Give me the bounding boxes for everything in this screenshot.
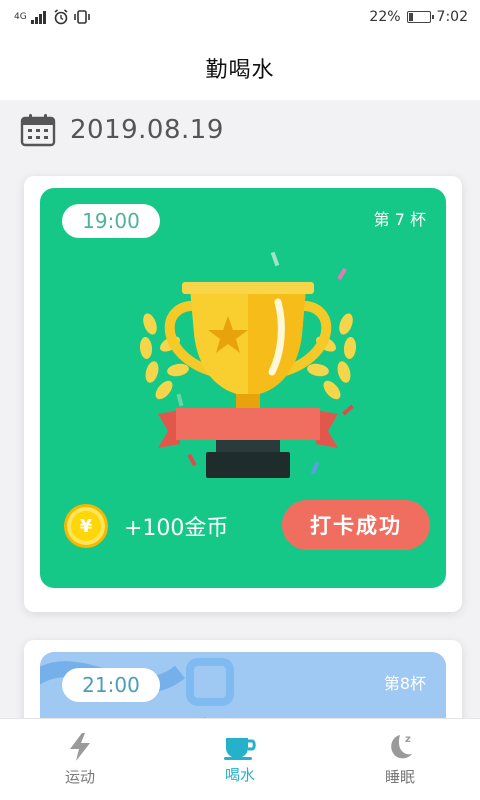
cup-icon bbox=[224, 738, 256, 760]
battery-icon bbox=[406, 11, 434, 23]
battery-fill bbox=[408, 13, 414, 21]
moon-icon: z bbox=[391, 734, 412, 759]
tab-sport[interactable]: 运动 bbox=[0, 719, 160, 800]
status-bar: 4G 22% 7:02 bbox=[0, 0, 480, 36]
time-pill: 21:00 bbox=[62, 668, 160, 702]
tab-sleep[interactable]: z 睡眠 bbox=[320, 719, 480, 800]
signal-icon bbox=[30, 11, 46, 24]
tab-water[interactable]: 喝水 bbox=[160, 719, 320, 800]
drink-card-body: 19:00 第 7 杯 ¥ +100金币 打卡成功 bbox=[40, 188, 446, 588]
trophy-illustration bbox=[139, 251, 357, 478]
calendar-icon bbox=[20, 114, 56, 147]
drink-card: 19:00 第 7 杯 ¥ +100金币 打卡成功 bbox=[24, 176, 462, 612]
cup-count-label: 第 7 杯 bbox=[373, 210, 426, 229]
svg-text:z: z bbox=[405, 734, 411, 745]
page-title: 勤喝水 bbox=[205, 58, 275, 83]
alarm-icon bbox=[54, 9, 68, 25]
status-time: 7:02 bbox=[436, 9, 468, 25]
date-text: 2019.08.19 bbox=[70, 115, 224, 145]
vibrate-icon bbox=[73, 10, 90, 24]
reward-row: ¥ +100金币 bbox=[64, 504, 228, 548]
battery-percent: 22% bbox=[369, 9, 401, 25]
reward-text: +100金币 bbox=[124, 516, 229, 541]
tab-label: 喝水 bbox=[224, 766, 255, 784]
tab-label: 睡眠 bbox=[384, 768, 415, 786]
cup-count-label: 第8杯 bbox=[383, 674, 426, 693]
status-left-icons: 4G bbox=[14, 9, 91, 25]
checkin-success-button[interactable]: 打卡成功 bbox=[282, 500, 430, 550]
time-pill: 19:00 bbox=[62, 204, 160, 238]
bottom-tab-bar: 运动 喝水 z 睡眠 bbox=[0, 718, 480, 800]
network-type: 4G bbox=[14, 11, 27, 22]
date-row: 2019.08.19 bbox=[20, 110, 224, 150]
tab-label: 运动 bbox=[64, 768, 95, 786]
lightning-icon bbox=[70, 733, 90, 761]
title-bar: 勤喝水 bbox=[0, 36, 480, 100]
status-right: 22% 7:02 bbox=[369, 9, 468, 25]
coin-icon: ¥ bbox=[64, 504, 108, 548]
